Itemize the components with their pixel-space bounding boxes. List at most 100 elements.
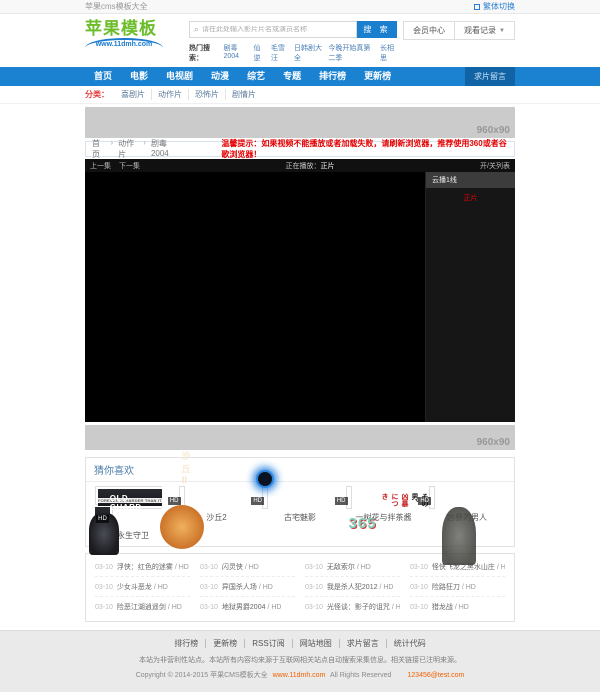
nav-item-movies[interactable]: 电影 [121,67,157,86]
ad-banner-top[interactable]: 960x90 [85,107,515,138]
player-notice: 温馨提示：如果视频不能播放或者加载失败，请刷新浏览器，推荐使用360或者谷歌浏览… [221,138,508,160]
list-item[interactable]: 03-10异国杀人场 / HD [200,577,295,597]
nav-item-anime[interactable]: 动漫 [202,67,238,86]
footer-domain-link[interactable]: www.11dmh.com [273,672,326,679]
nav-item-topics[interactable]: 专题 [274,67,310,86]
breadcrumb-current[interactable]: 剧毒2004 [151,138,179,160]
movie-card[interactable]: その男、凶暴につき HD 凶暴的男人 [429,489,505,541]
source-tab[interactable]: 云播1线 [426,172,515,188]
video-player: 上一集 下一集 正在播放：正片 开/关列表 云播1线 正片 [85,159,515,422]
footer-link-rss[interactable]: RSS订阅 [244,639,291,648]
request-film-button[interactable]: 求片留言 [465,67,515,86]
nav-item-tv[interactable]: 电视剧 [157,67,202,86]
lang-icon [474,4,480,10]
lang-switch-label: 繁体切换 [483,1,515,12]
movie-poster: その男、凶暴につき HD [429,486,435,509]
lang-switch-link[interactable]: 繁体切换 [474,1,515,12]
quality-badge: HD [335,497,348,505]
footer-link-stats[interactable]: 统计代码 [386,639,433,648]
category-comedy[interactable]: 喜剧片 [115,89,152,100]
hot-search-item[interactable]: 剧毒2004 [223,43,247,63]
next-episode-button[interactable]: 下一集 [119,163,140,170]
ad-banner-bottom[interactable]: 960x90 [85,425,515,450]
ad-size-label: 960x90 [477,125,510,136]
top-strip: 苹果cms模板大全 繁体切换 [0,0,600,14]
hot-search: 热门搜索： 剧毒2004 仙逆 毛雪汪 日韩剧大全 今晚开始真第二季 长相思 [189,43,397,63]
footer-disclaimer: 本站为非营利性站点。本站所有内容均来源于互联网相关站点自动搜索采集信息。相关链接… [0,655,600,665]
footer-copyright: Copyright © 2014-2015 苹果CMS模板大全 www.11dm… [0,670,600,680]
category-drama[interactable]: 剧情片 [226,89,262,100]
list-item[interactable]: 03-10险路狂刀 / HD [410,577,505,597]
quality-badge: HD [96,515,109,523]
now-playing: 正在播放：正片 [286,161,335,171]
movie-poster: HD [262,486,268,509]
search-input[interactable] [202,26,352,33]
nav-item-updates[interactable]: 更新榜 [355,67,400,86]
ad-size-label: 960x90 [477,437,510,448]
hot-search-label: 热门搜索： [189,43,217,63]
member-center-link[interactable]: 会员中心 [404,22,454,39]
hot-search-item[interactable]: 日韩剧大全 [294,43,322,63]
movie-title: 古宅魅影 [262,512,338,523]
list-item[interactable]: 03-10少女斗恶龙 / HD [95,577,190,597]
footer-link-sitemap[interactable]: 网站地图 [292,639,339,648]
breadcrumb-separator: › [110,138,113,160]
footer-link-updates[interactable]: 更新榜 [205,639,244,648]
breadcrumb-home[interactable]: 首页 [92,138,105,160]
video-screen[interactable] [85,172,425,422]
search-button[interactable]: 搜 索 [357,21,397,38]
player-toolbar: 上一集 下一集 正在播放：正片 开/关列表 [85,159,515,172]
breadcrumb: 首页 › 动作片 › 剧毒2004 [92,138,179,160]
movie-card[interactable]: HD 古宅魅影 [262,489,338,541]
logo[interactable]: 苹果模板 www.11dmh.com [85,20,185,48]
toggle-playlist-button[interactable]: 开/关列表 [480,161,510,171]
list-item[interactable]: 03-10我是杀人犯2012 / HD [305,577,400,597]
list-item[interactable]: 03-10险恶江湖逍遥剑 / HD [95,597,190,616]
breadcrumb-bar: 首页 › 动作片 › 剧毒2004 温馨提示：如果视频不能播放或者加载失败，请刷… [85,141,515,157]
search-area: ⌕ 搜 索 热门搜索： 剧毒2004 仙逆 毛雪汪 日韩剧大全 今晚开始真第二季… [185,20,403,63]
category-action[interactable]: 动作片 [152,89,189,100]
main-nav: 首页 电影 电视剧 动漫 综艺 专题 排行榜 更新榜 求片留言 [0,67,600,86]
movie-poster: FOREVER IS HARDER THAN IT LOOKS OLD GUAR… [95,486,162,527]
site-note: 苹果cms模板大全 [85,1,148,12]
header: 苹果模板 www.11dmh.com ⌕ 搜 索 热门搜索： 剧毒2004 仙逆… [0,14,600,67]
hot-search-item[interactable]: 仙逆 [254,43,265,63]
episode-link-active[interactable]: 正片 [426,188,515,208]
breadcrumb-separator: › [143,138,146,160]
search-box: ⌕ [189,21,357,38]
footer-link-request[interactable]: 求片留言 [339,639,386,648]
list-item[interactable]: 03-10浮侠：红色的迷雾 / HD [95,557,190,577]
list-item[interactable]: 03-10地狱男爵2004 / HD [200,597,295,616]
list-item[interactable]: 03-10闪灵侠 / HD [200,557,295,577]
movie-poster: 365 HD [346,486,352,509]
playlist-panel: 云播1线 正片 [425,172,515,422]
watch-history-link[interactable]: 观看记录 ▼ [454,22,514,39]
quality-badge: HD [168,497,181,505]
quality-badge: HD [251,497,264,505]
category-horror[interactable]: 恐怖片 [189,89,226,100]
movie-card[interactable]: 沙丘Ⅱ HD 沙丘2 [179,489,255,541]
footer-email-link[interactable]: 123456@test.com [407,672,464,679]
nav-item-home[interactable]: 首页 [85,67,121,86]
suggest-title: 猜你喜欢 [86,458,514,482]
logo-url: www.11dmh.com [85,38,163,48]
hot-search-item[interactable]: 毛雪汪 [271,43,288,63]
list-item[interactable]: 03-10光怪谈：影子的诅咒 / HD [305,597,400,616]
footer-link-ranking[interactable]: 排行榜 [167,639,205,648]
movie-poster: 沙丘Ⅱ HD [179,486,185,509]
category-row: 分类： 喜剧片 动作片 恐怖片 剧情片 [0,86,600,104]
logo-title: 苹果模板 [85,20,185,38]
footer-links: 排行榜更新榜RSS订阅网站地图求片留言统计代码 [0,638,600,649]
breadcrumb-category[interactable]: 动作片 [118,138,138,160]
footer: 排行榜更新榜RSS订阅网站地图求片留言统计代码 本站为非营利性站点。本站所有内容… [0,630,600,692]
hot-search-item[interactable]: 今晚开始真第二季 [328,43,374,63]
category-label: 分类： [85,89,109,100]
movie-card[interactable]: FOREVER IS HARDER THAN IT LOOKS OLD GUAR… [95,489,171,541]
nav-item-ranking[interactable]: 排行榜 [310,67,355,86]
hot-search-item[interactable]: 长相思 [380,43,397,63]
nav-item-variety[interactable]: 综艺 [238,67,274,86]
prev-episode-button[interactable]: 上一集 [90,163,111,170]
list-item[interactable]: 03-10猎龙战 / HD [410,597,505,616]
list-item[interactable]: 03-10无敌索尔 / HD [305,557,400,577]
suggest-section: 猜你喜欢 FOREVER IS HARDER THAN IT LOOKS OLD… [85,457,515,547]
